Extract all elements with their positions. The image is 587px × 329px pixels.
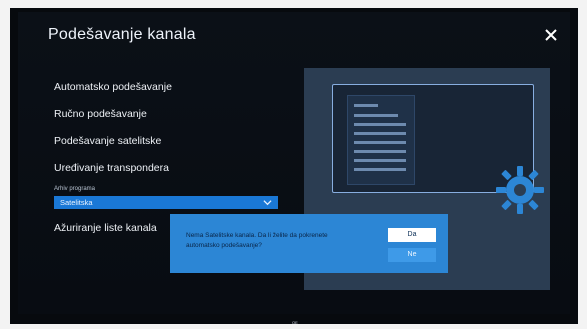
- no-channels-dialog: Nema Satelitske kanala. Da li želite da …: [170, 214, 448, 273]
- menu-item-automatic-tuning[interactable]: Automatsko podešavanje: [54, 74, 284, 101]
- dialog-message: Nema Satelitske kanala. Da li želite da …: [186, 232, 328, 249]
- archive-label: Arhiv programa: [54, 186, 96, 192]
- menu-item-manual-tuning[interactable]: Ručno podešavanje: [54, 101, 284, 128]
- menu-item-transponder-edit[interactable]: Uređivanje transpondera: [54, 155, 284, 182]
- yes-button[interactable]: Da: [388, 228, 436, 242]
- chevron-down-icon: [263, 200, 272, 206]
- channel-list-illustration: [347, 95, 415, 185]
- page-title: Podešavanje kanala: [48, 26, 196, 43]
- program-archive-dropdown[interactable]: Satelitska: [54, 196, 278, 209]
- close-icon[interactable]: [542, 26, 560, 44]
- footer-small-text: ОЕ: [292, 320, 298, 325]
- tv-screen: Podešavanje kanala Automatsko podešavanj…: [18, 12, 570, 314]
- menu-item-satellite-tuning[interactable]: Podešavanje satelitske: [54, 128, 284, 155]
- gear-icon: [496, 166, 544, 214]
- no-button[interactable]: Ne: [388, 248, 436, 262]
- dropdown-value: Satelitska: [60, 198, 93, 207]
